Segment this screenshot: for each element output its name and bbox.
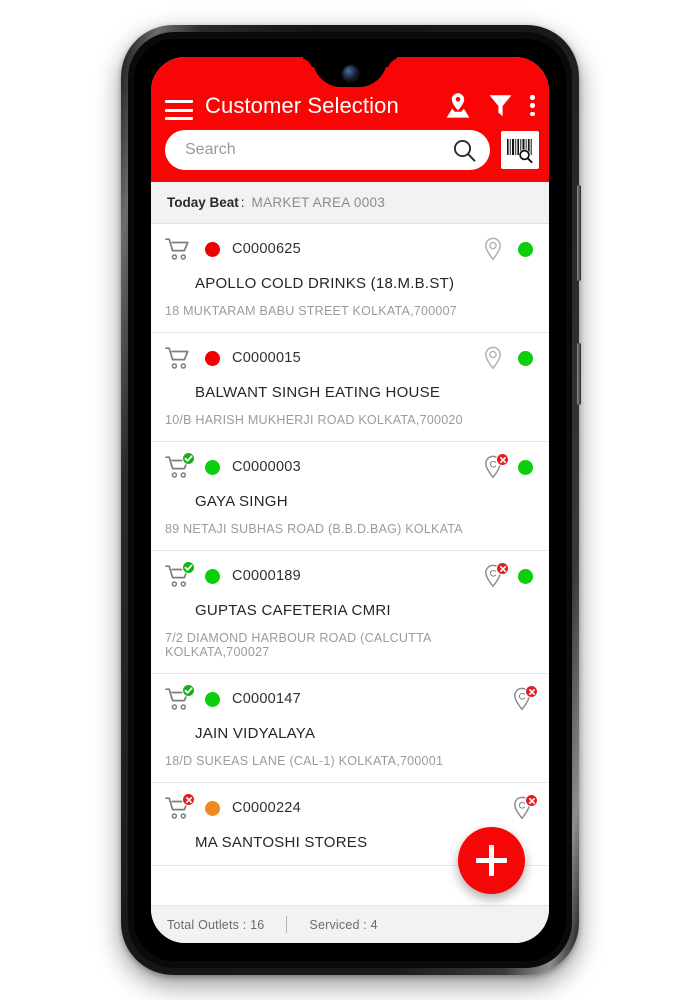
phone-screen: Customer Selection Search Today Beat: M… xyxy=(151,57,549,943)
shopping-cart-icon[interactable] xyxy=(165,346,192,370)
customer-card-right-icons: C xyxy=(511,685,538,711)
customer-card-right-icons xyxy=(482,237,533,261)
customer-address: 7/2 DIAMOND HARBOUR ROAD (CALCUTTA KOLKA… xyxy=(165,631,431,659)
location-pin-icon[interactable]: C xyxy=(511,685,538,711)
customer-address: 18 MUKTARAM BABU STREET KOLKATA,700007 xyxy=(165,304,458,318)
power-button[interactable] xyxy=(577,343,581,405)
customer-card-header: C0000015 xyxy=(165,345,533,371)
status-dot xyxy=(205,568,220,584)
plus-icon-vertical xyxy=(489,845,494,876)
magnifier-icon[interactable] xyxy=(452,138,477,163)
customer-card-header: C0000625 xyxy=(165,236,533,262)
customer-code: C0000189 xyxy=(232,568,301,584)
customer-address: 18/D SUKEAS LANE (CAL-1) KOLKATA,700001 xyxy=(165,754,444,768)
customer-code: C0000224 xyxy=(232,800,301,816)
location-pin-icon[interactable]: C xyxy=(511,794,538,820)
customer-address: 89 NETAJI SUBHAS ROAD (B.B.D.BAG) KOLKAT… xyxy=(165,522,463,536)
shopping-cart-icon[interactable] xyxy=(165,793,195,820)
customer-card-header: C0000224 C xyxy=(165,793,538,821)
hamburger-menu-icon[interactable] xyxy=(165,100,193,120)
customer-card-header: C0000189 C xyxy=(165,561,533,589)
availability-dot xyxy=(518,241,533,257)
customer-card[interactable]: C0000189 C GUPTAS CAFETERIA CMRI 7/2 DIAMON… xyxy=(151,551,549,674)
today-beat-label: Today Beat xyxy=(167,195,239,210)
customer-card-right-icons xyxy=(482,346,533,370)
availability-dot xyxy=(518,568,533,584)
map-location-icon[interactable] xyxy=(445,92,471,119)
phone-device: Customer Selection Search Today Beat: M… xyxy=(121,25,581,975)
barcode-scan-button[interactable] xyxy=(501,131,539,169)
customer-card[interactable]: C0000015 BALWANT SINGH EATING HOUSE 10/B H… xyxy=(151,333,549,442)
location-pin-icon[interactable] xyxy=(482,346,504,370)
location-unavailable-cross-icon xyxy=(525,685,538,698)
customer-name: GUPTAS CAFETERIA CMRI xyxy=(195,602,391,619)
volume-button[interactable] xyxy=(577,185,581,281)
front-camera-icon xyxy=(342,65,358,81)
shopping-cart-icon[interactable] xyxy=(165,684,195,711)
customer-code: C0000003 xyxy=(232,459,301,475)
customer-name: JAIN VIDYALAYA xyxy=(195,725,316,742)
customer-name: APOLLO COLD DRINKS (18.M.B.ST) xyxy=(195,275,455,292)
footer-summary-bar: Total Outlets : 16 Serviced : 4 xyxy=(151,905,549,943)
customer-card-header: C0000003 C xyxy=(165,452,533,480)
cart-serviced-check-icon xyxy=(182,684,195,697)
customer-card[interactable]: C0000147 C JAIN VIDYALAYA 18/D SUKEAS LANE … xyxy=(151,674,549,783)
cart-serviced-check-icon xyxy=(182,561,195,574)
footer-divider xyxy=(286,916,288,933)
cart-blocked-cross-icon xyxy=(182,793,195,806)
customer-name: BALWANT SINGH EATING HOUSE xyxy=(195,384,441,401)
customer-card-header: C0000147 C xyxy=(165,684,538,712)
status-dot xyxy=(205,459,220,475)
customer-name: GAYA SINGH xyxy=(195,493,288,510)
customer-card-right-icons: C xyxy=(482,453,533,479)
today-beat-separator: : xyxy=(240,195,245,210)
filter-funnel-icon[interactable] xyxy=(488,93,513,118)
phone-bezel: Customer Selection Search Today Beat: M… xyxy=(134,39,566,961)
shopping-cart-icon[interactable] xyxy=(165,237,192,261)
serviced-label: Serviced : 4 xyxy=(309,917,378,932)
customer-code: C0000015 xyxy=(232,350,301,366)
availability-dot xyxy=(518,459,533,475)
customer-code: C0000147 xyxy=(232,691,301,707)
location-unavailable-cross-icon xyxy=(496,453,509,466)
location-pin-icon[interactable]: C xyxy=(482,562,509,588)
location-pin-icon[interactable]: C xyxy=(482,453,509,479)
status-dot xyxy=(205,691,220,707)
customer-list[interactable]: C0000625 APOLLO COLD DRINKS (18.M.B.ST) 18… xyxy=(151,224,549,905)
today-beat-strip: Today Beat : MARKET AREA 0003 xyxy=(151,182,549,224)
search-box[interactable] xyxy=(165,130,490,170)
overflow-menu-icon[interactable] xyxy=(530,94,535,117)
status-dot xyxy=(205,800,220,816)
today-beat-value: MARKET AREA 0003 xyxy=(251,195,386,210)
page-title: Customer Selection xyxy=(205,93,399,118)
barcode-scan-icon xyxy=(507,139,533,164)
search-input[interactable] xyxy=(185,141,452,159)
shopping-cart-icon[interactable] xyxy=(165,561,195,588)
customer-code: C0000625 xyxy=(232,241,301,257)
shopping-cart-icon[interactable] xyxy=(165,452,195,479)
location-unavailable-cross-icon xyxy=(496,562,509,575)
app-bar-actions xyxy=(445,92,535,120)
customer-address: 10/B HARISH MUKHERJI ROAD KOLKATA,700020 xyxy=(165,413,463,427)
location-unavailable-cross-icon xyxy=(525,794,538,807)
status-dot xyxy=(205,350,220,366)
status-dot xyxy=(205,241,220,257)
location-pin-icon[interactable] xyxy=(482,237,504,261)
customer-card-right-icons: C xyxy=(482,562,533,588)
total-outlets-label: Total Outlets : 16 xyxy=(167,917,265,932)
customer-card[interactable]: C0000003 C GAYA SINGH 89 NETAJI SUBHAS ROAD… xyxy=(151,442,549,551)
availability-dot xyxy=(518,350,533,366)
search-row xyxy=(151,128,549,182)
customer-card-right-icons: C xyxy=(511,794,538,820)
add-customer-fab[interactable] xyxy=(458,827,525,894)
customer-card[interactable]: C0000625 APOLLO COLD DRINKS (18.M.B.ST) 18… xyxy=(151,224,549,333)
cart-serviced-check-icon xyxy=(182,452,195,465)
